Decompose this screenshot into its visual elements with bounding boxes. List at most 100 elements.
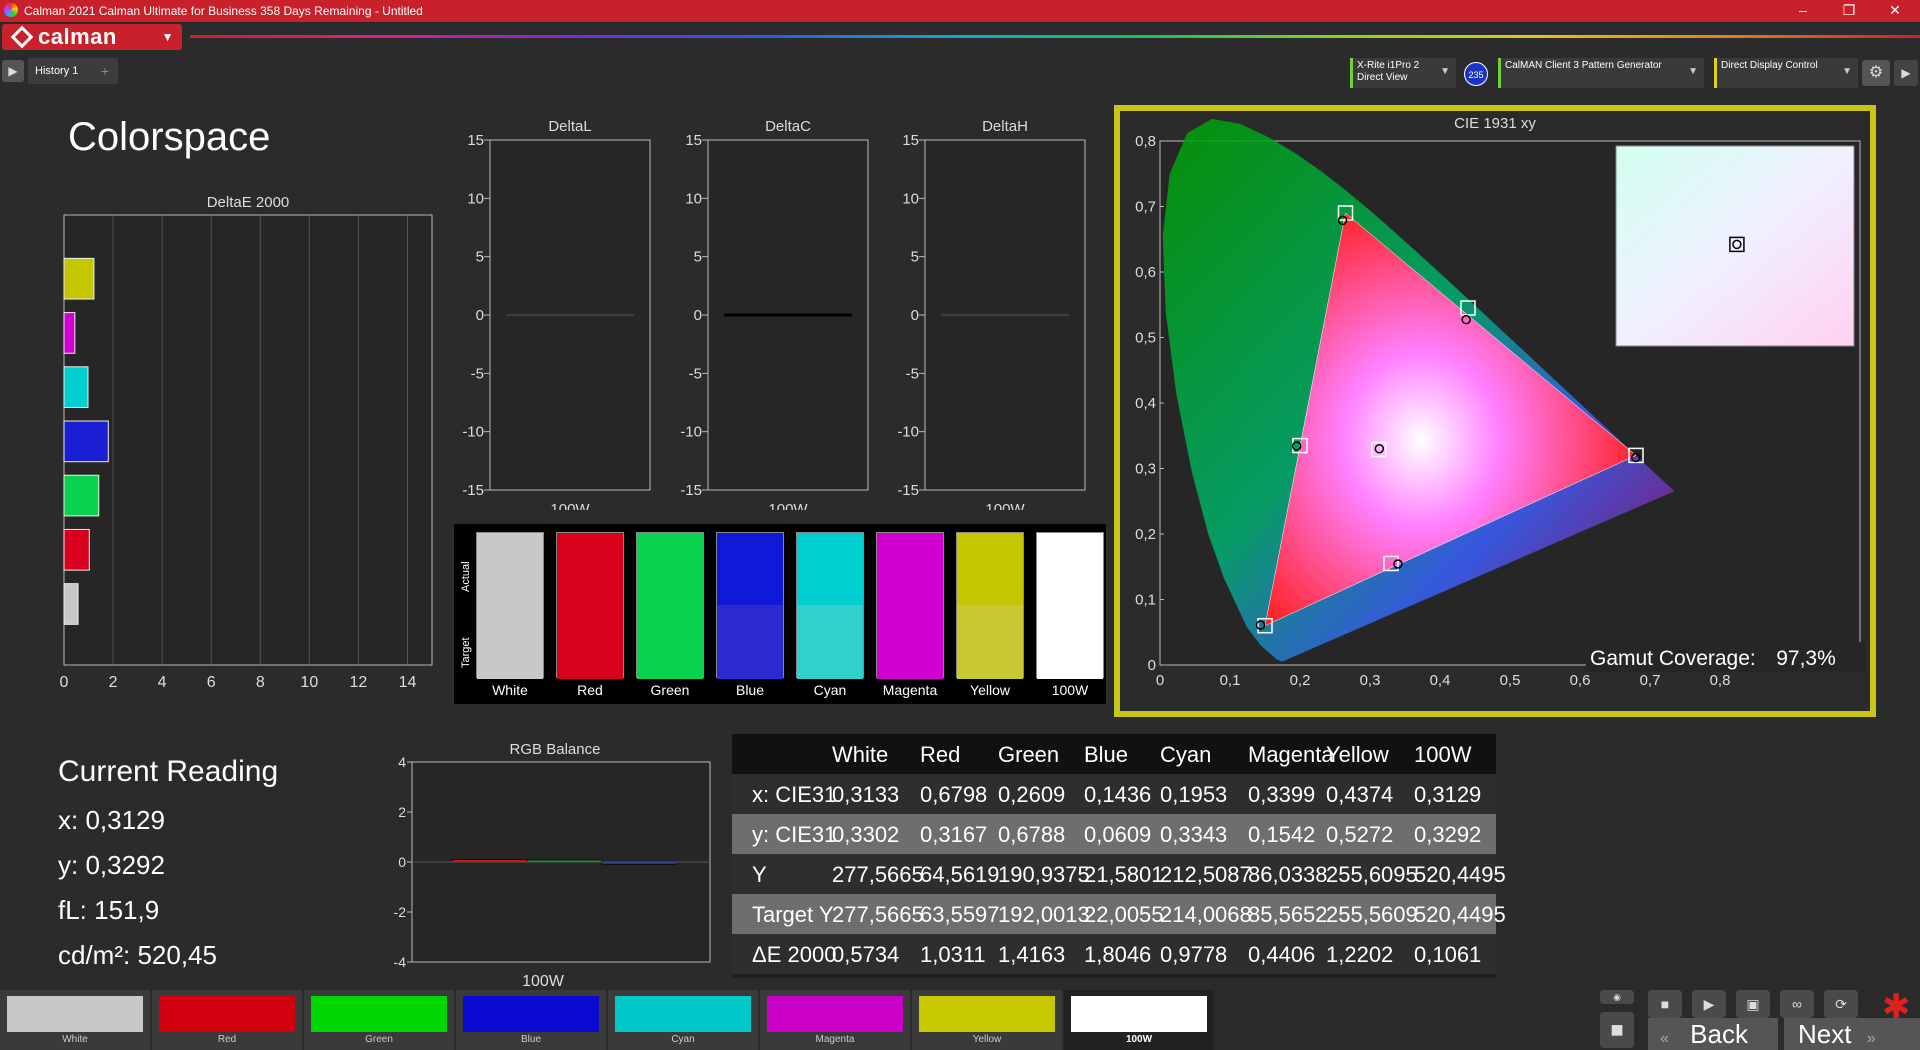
add-tab-button[interactable]: + — [94, 60, 116, 82]
table-cell: 0,6788 — [998, 822, 1066, 847]
stop-measure-icon[interactable]: ■ — [1648, 990, 1682, 1018]
reading-cdm2: cd/m²: 520,45 — [58, 940, 217, 970]
gear-icon[interactable]: ⚙ — [1862, 60, 1890, 86]
pattern-yellow-button[interactable]: Yellow — [912, 990, 1062, 1050]
play-workflow-icon[interactable]: ▶ — [2, 60, 24, 82]
pattern-color — [615, 996, 751, 1032]
pattern-generator-selector[interactable]: CalMAN Client 3 Pattern Generator ▼ — [1498, 58, 1704, 88]
pattern-white-button[interactable]: White — [0, 990, 150, 1050]
target-side-label: Target — [460, 610, 474, 670]
delta-category-label: 100W — [550, 501, 590, 510]
cie-xtick-label: 0 — [1156, 672, 1164, 689]
table-row: Target Y 277,5665 63,5597 192,0013 22,0055 21… — [732, 894, 1506, 934]
back-label: Back — [1690, 1019, 1748, 1049]
delta-category-label: 100W — [768, 501, 808, 510]
restore-button[interactable]: ❐ — [1826, 0, 1872, 22]
pattern-label: Blue — [520, 1034, 541, 1045]
delta-category-label: 100W — [985, 501, 1025, 510]
pattern-100w-button[interactable]: 100W — [1064, 990, 1214, 1050]
pattern-color — [767, 996, 903, 1032]
delta-ytick-label: 10 — [685, 190, 702, 207]
delta-ytick-label: 0 — [694, 307, 702, 324]
next-button[interactable]: Next » — [1784, 1018, 1920, 1050]
collapse-panel-icon[interactable]: ▶ — [1894, 60, 1918, 86]
pattern-cyan-button[interactable]: Cyan — [608, 990, 758, 1050]
swatch-100w — [1036, 532, 1104, 679]
pattern-red-button[interactable]: Red — [152, 990, 302, 1050]
deltae-xtick-label: 8 — [256, 674, 265, 691]
loop-icon[interactable]: ∞ — [1780, 990, 1814, 1018]
cie-chart-frame: CIE 1931 xy 0 0,1 0,2 0,3 0,4 0,5 0,6 0,7 0,8 0 0,1… — [1114, 105, 1876, 717]
pattern-color — [311, 996, 447, 1032]
pattern-color — [159, 996, 295, 1032]
swatch-label: Yellow — [970, 682, 1010, 698]
table-cell: 255,6095 — [1326, 862, 1418, 887]
table-cell: 0,4374 — [1326, 782, 1394, 807]
swatch-label: Green — [650, 682, 690, 698]
page-title: Colorspace — [68, 115, 271, 159]
rgb-ytick-label: -2 — [394, 904, 407, 920]
cie-xtick-label: 0,7 — [1640, 672, 1661, 689]
title-bar: Calman 2021 Calman Ultimate for Business… — [0, 0, 1920, 22]
color-swatch-panel: Actual Target White Red Green Blue Cyan Magen… — [454, 524, 1106, 704]
cie-ytick-label: 0 — [1148, 657, 1156, 674]
refresh-icon[interactable]: ⟳ — [1824, 990, 1858, 1018]
minimize-button[interactable]: – — [1780, 0, 1826, 22]
meter-name: X-Rite i1Pro 2 — [1357, 60, 1420, 71]
table-header-cell: Blue — [1084, 742, 1129, 767]
cie-xtick-label: 0,6 — [1570, 672, 1591, 689]
deltae-bar — [63, 312, 76, 354]
table-cell: 0,5734 — [832, 942, 900, 967]
stop-icon[interactable]: ■ — [1600, 1012, 1634, 1048]
table-cell: 277,5665 — [832, 862, 924, 887]
table-cell: 0,5272 — [1326, 822, 1394, 847]
table-cell: 520,4495 — [1414, 902, 1506, 927]
swatch-actual — [637, 533, 703, 605]
back-button[interactable]: « Back — [1648, 1018, 1778, 1050]
pattern-color — [463, 996, 599, 1032]
swatch-white — [476, 532, 544, 679]
delta-ytick-label: -5 — [906, 365, 919, 382]
swatch-label: White — [492, 682, 528, 698]
table-cell: 86,0338 — [1248, 862, 1328, 887]
deltae-xtick-label: 6 — [207, 674, 216, 691]
chevron-left-icon: « — [1660, 1030, 1669, 1047]
calman-logo-button[interactable]: calman ▼ — [2, 24, 182, 50]
table-cell: 0,6798 — [920, 782, 988, 807]
table-cell: 0,3133 — [832, 782, 900, 807]
swatch-actual — [877, 533, 943, 605]
cie-ytick-label: 0,7 — [1135, 199, 1156, 216]
delta-ytick-label: 15 — [902, 132, 919, 149]
pattern-green-button[interactable]: Green — [304, 990, 454, 1050]
swatch-target — [957, 605, 1023, 679]
chevron-down-icon: ▼ — [1440, 66, 1450, 77]
cie-ytick-label: 0,3 — [1135, 461, 1156, 478]
actual-label-text: Actual — [460, 561, 472, 592]
table-row: x: CIE31 0,3133 0,6798 0,2609 0,1436 0,1953 0,… — [732, 774, 1496, 814]
deltae-bar — [63, 420, 109, 463]
table-row: y: CIE31 0,3302 0,3167 0,6788 0,0609 0,3343 0,… — [732, 814, 1496, 854]
deltae-plot-area — [63, 214, 433, 666]
display-control-name: Direct Display Control — [1721, 60, 1818, 71]
camera-icon[interactable]: ◉ — [1600, 990, 1634, 1004]
pattern-label: Yellow — [972, 1034, 1002, 1045]
table-row: ΔE 2000 0,5734 1,0311 1,4163 1,8046 0,9778 0,4… — [732, 934, 1496, 974]
display-control-selector[interactable]: Direct Display Control ▼ — [1714, 58, 1858, 88]
swatch-label: 100W — [1051, 682, 1089, 698]
close-button[interactable]: ✕ — [1872, 0, 1918, 22]
meter-device-selector[interactable]: X-Rite i1Pro 2 Direct View ▼ — [1350, 58, 1456, 88]
reading-fl: fL: 151,9 — [58, 895, 160, 925]
pattern-magenta-button[interactable]: Magenta — [760, 990, 910, 1050]
pattern-blue-button[interactable]: Blue — [456, 990, 606, 1050]
save-icon[interactable]: ▣ — [1736, 990, 1770, 1018]
delta-ytick-label: -10 — [680, 424, 702, 441]
play-measure-icon[interactable]: ▶ — [1692, 990, 1726, 1018]
rgb-ytick-label: 0 — [398, 854, 406, 870]
table-header-cell: Magenta — [1248, 742, 1334, 767]
swatch-blue — [716, 532, 784, 679]
table-cell: Target Y — [752, 902, 834, 927]
deltae-xtick-label: 0 — [60, 674, 69, 691]
table-cell: 277,5665 — [832, 902, 924, 927]
cie-xtick-label: 0,2 — [1290, 672, 1311, 689]
reading-x: x: 0,3129 — [58, 805, 165, 835]
